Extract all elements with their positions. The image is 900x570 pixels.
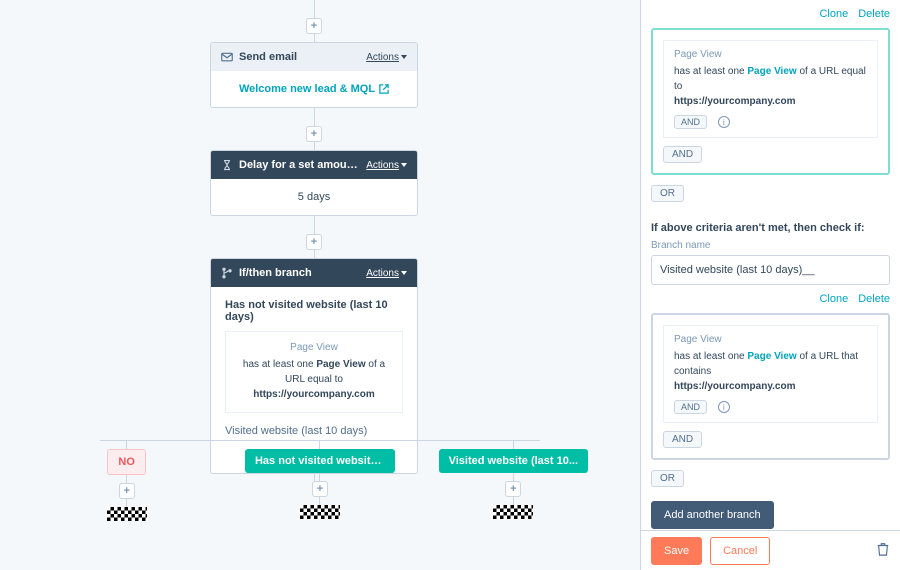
branch-2-readout: Visited website (last 10 days) <box>225 425 403 437</box>
inner-and-chip[interactable]: AND <box>674 115 707 129</box>
filter-description: has at least one Page View of a URL that… <box>674 349 867 394</box>
filter-type-label: Page View <box>674 49 867 60</box>
info-icon[interactable]: i <box>718 116 730 128</box>
inner-and-chip[interactable]: AND <box>674 400 707 414</box>
save-button[interactable]: Save <box>651 537 702 565</box>
plus-after-no[interactable]: + <box>119 483 135 499</box>
placeholder-node <box>107 507 147 521</box>
plus-before-node1[interactable]: + <box>306 18 322 34</box>
filter-group-2[interactable]: Page View has at least one Page View of … <box>651 313 890 460</box>
delete-button[interactable] <box>876 542 890 559</box>
and-chip[interactable]: AND <box>663 146 702 163</box>
filter-condition[interactable]: Page View has at least one Page View of … <box>663 325 878 423</box>
chevron-down-icon <box>401 163 407 167</box>
branch-icon <box>221 267 233 279</box>
node-title: Send email <box>239 51 360 63</box>
placeholder-node <box>300 505 340 519</box>
info-icon[interactable]: i <box>718 401 730 413</box>
hourglass-icon <box>221 159 233 171</box>
branch-condition-title: Has not visited website (last 10 days) <box>225 299 403 323</box>
external-link-icon <box>379 84 389 94</box>
delete-branch-link[interactable]: Delete <box>858 8 890 20</box>
filter-readout: Page View has at least one Page View of … <box>225 331 403 413</box>
delete-branch-link[interactable]: Delete <box>858 293 890 305</box>
check-if-label: If above criteria aren't met, then check… <box>651 222 890 234</box>
node-title: If/then branch <box>239 267 360 279</box>
email-link[interactable]: Welcome new lead & MQL <box>239 83 389 95</box>
branch-name-input[interactable] <box>651 255 890 285</box>
branch-editor-panel[interactable]: Clone Delete Page View has at least one … <box>640 0 900 530</box>
node-title: Delay for a set amount of time <box>239 159 360 171</box>
chevron-down-icon <box>401 271 407 275</box>
plus-after-a[interactable]: + <box>312 481 328 497</box>
clone-branch-link[interactable]: Clone <box>819 293 848 305</box>
plus-before-node3[interactable]: + <box>306 234 322 250</box>
node-head-delay[interactable]: Delay for a set amount of time Actions <box>211 151 417 179</box>
branch-name-label: Branch name <box>651 240 890 251</box>
filter-type-label: Page View <box>674 334 867 345</box>
and-chip[interactable]: AND <box>663 431 702 448</box>
or-chip[interactable]: OR <box>651 470 684 487</box>
panel-footer: Save Cancel <box>640 530 900 570</box>
clone-branch-link[interactable]: Clone <box>819 8 848 20</box>
node-send-email[interactable]: Send email Actions Welcome new lead & MQ… <box>210 42 418 108</box>
delay-value: 5 days <box>211 179 417 215</box>
chevron-down-icon <box>401 55 407 59</box>
node-head-send-email[interactable]: Send email Actions <box>211 43 417 71</box>
node-head-branch[interactable]: If/then branch Actions <box>211 259 417 287</box>
node-actions-menu[interactable]: Actions <box>366 52 407 63</box>
cancel-button[interactable]: Cancel <box>710 537 770 565</box>
trash-icon <box>876 542 890 556</box>
branch-outcome-no[interactable]: NO <box>107 449 146 475</box>
node-delay[interactable]: Delay for a set amount of time Actions 5… <box>210 150 418 216</box>
filter-description: has at least one Page View of a URL equa… <box>674 64 867 109</box>
node-actions-menu[interactable]: Actions <box>366 160 407 171</box>
placeholder-node <box>493 505 533 519</box>
branch-outcome-a[interactable]: Has not visited website... <box>245 449 395 473</box>
plus-after-b[interactable]: + <box>505 481 521 497</box>
email-icon <box>221 51 233 63</box>
branch-outcome-b[interactable]: Visited website (last 10... <box>439 449 588 473</box>
filter-group-1[interactable]: Page View has at least one Page View of … <box>651 28 890 175</box>
node-actions-menu[interactable]: Actions <box>366 268 407 279</box>
or-chip[interactable]: OR <box>651 185 684 202</box>
filter-condition[interactable]: Page View has at least one Page View of … <box>663 40 878 138</box>
workflow-canvas[interactable]: + Send email Actions Welcome new lead & … <box>0 0 640 570</box>
plus-before-node2[interactable]: + <box>306 126 322 142</box>
add-another-branch-button[interactable]: Add another branch <box>651 501 774 529</box>
